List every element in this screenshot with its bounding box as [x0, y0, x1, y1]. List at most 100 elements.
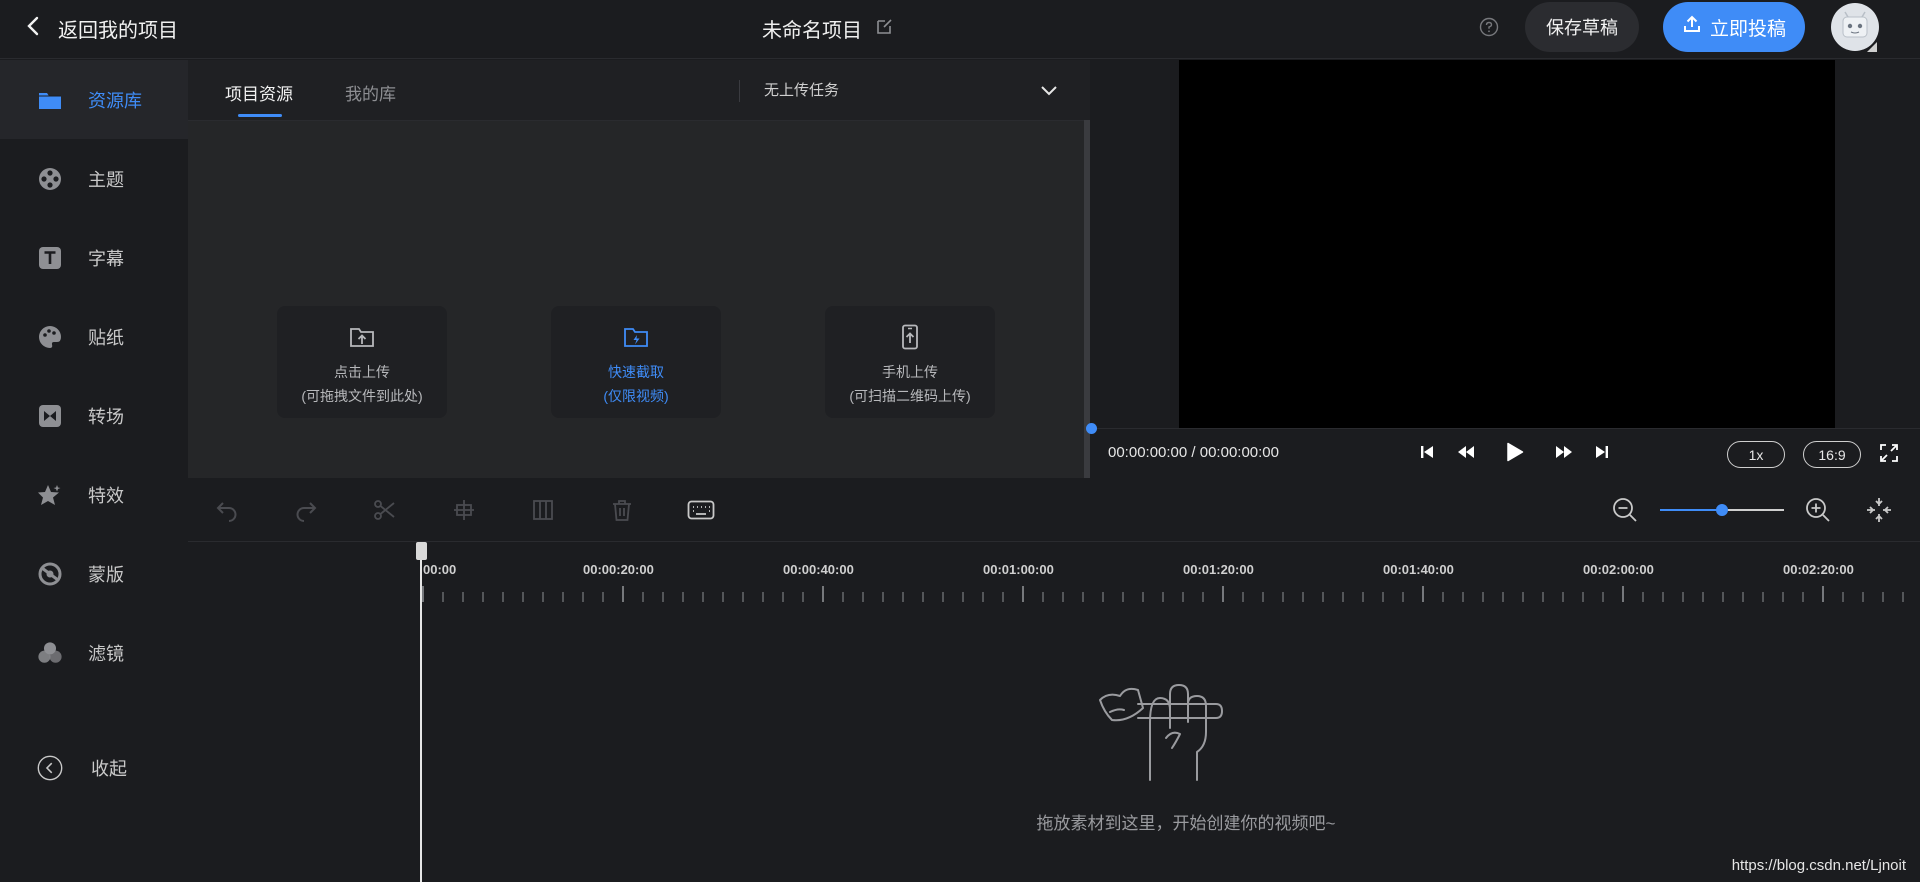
sidebar-item-filter[interactable]: 滤镜	[0, 613, 188, 692]
playback-controls	[1417, 442, 1612, 462]
timeline-ruler	[422, 586, 1904, 602]
zoom-in-icon[interactable]	[1804, 496, 1832, 524]
sidebar-item-label: 资源库	[88, 90, 142, 111]
progress-handle[interactable]	[1086, 423, 1097, 434]
back-to-projects-link[interactable]: 返回我的项目	[26, 14, 178, 43]
split-icon[interactable]	[371, 496, 399, 524]
fast-forward-icon[interactable]	[1554, 445, 1574, 459]
zoom-slider[interactable]	[1660, 504, 1784, 516]
undo-icon[interactable]	[213, 496, 241, 524]
card-subtitle: (可拖拽文件到此处)	[301, 388, 423, 404]
sidebar-item-theme[interactable]: 主题	[0, 139, 188, 218]
edit-toolbar	[188, 478, 1920, 542]
freeze-frame-icon[interactable]	[529, 496, 557, 524]
sidebar-item-mask[interactable]: 蒙版	[0, 534, 188, 613]
preview-panel: 00:00:00:00 / 00:00:00:00 1x 16:9	[1086, 60, 1920, 478]
edit-icon[interactable]	[876, 17, 894, 41]
top-bar: 返回我的项目 未命名项目 保存草稿 立即投稿	[0, 0, 1920, 59]
publish-label: 立即投稿	[1709, 18, 1786, 40]
ruler-label: 00:00:20:00	[583, 562, 654, 577]
chevron-left-icon	[26, 16, 40, 41]
sidebar-item-subtitle[interactable]: 字幕	[0, 218, 188, 297]
ruler-label: 00:02:00:00	[1583, 562, 1654, 577]
ruler-label: 00:01:40:00	[1383, 562, 1454, 577]
zoom-out-icon[interactable]	[1611, 496, 1639, 524]
filter-icon	[37, 640, 63, 666]
card-title: 快速截取	[608, 364, 664, 380]
ruler-label: 00:02:20:00	[1783, 562, 1854, 577]
play-icon[interactable]	[1503, 442, 1527, 462]
timeline-empty-text: 拖放素材到这里，开始创建你的视频吧~	[1036, 814, 1336, 833]
tab-project-assets[interactable]: 项目资源	[225, 80, 293, 105]
aspect-ratio-select[interactable]: 16:9	[1803, 441, 1861, 468]
library-tabs: 项目资源 我的库 无上传任务	[188, 60, 1090, 121]
collapse-sidebar-button[interactable]: 收起	[0, 728, 188, 807]
folder-upload-icon	[349, 322, 375, 352]
sidebar-item-label: 字幕	[88, 248, 124, 269]
card-title: 点击上传	[334, 364, 390, 380]
playhead-handle[interactable]	[416, 542, 427, 560]
rewind-icon[interactable]	[1456, 445, 1476, 459]
upload-icon	[1682, 14, 1702, 40]
collapse-label: 收起	[91, 758, 127, 779]
redo-icon[interactable]	[292, 496, 320, 524]
sidebar: 资源库 主题 字幕 贴纸 转场 特效 蒙版 滤镜 收起	[0, 60, 188, 882]
back-label: 返回我的项目	[58, 20, 178, 42]
timecode: 00:00:00:00 / 00:00:00:00	[1108, 444, 1279, 461]
skip-to-end-icon[interactable]	[1592, 445, 1612, 459]
sidebar-item-label: 滤镜	[88, 643, 124, 664]
phone-upload-card[interactable]: 手机上传 (可扫描二维码上传)	[825, 306, 995, 418]
sidebar-item-transition[interactable]: 转场	[0, 376, 188, 455]
upload-status: 无上传任务	[739, 80, 839, 102]
quick-capture-card[interactable]: 快速截取 (仅限视频)	[551, 306, 721, 418]
text-icon	[37, 245, 63, 271]
tab-my-library[interactable]: 我的库	[345, 80, 396, 105]
project-title-group: 未命名项目	[762, 14, 894, 43]
active-tab-indicator	[238, 114, 282, 117]
sidebar-item-label: 贴纸	[88, 327, 124, 348]
preview-controls: 00:00:00:00 / 00:00:00:00 1x 16:9	[1086, 423, 1920, 478]
skip-to-start-icon[interactable]	[1417, 445, 1437, 459]
card-title: 手机上传	[882, 364, 938, 380]
card-subtitle: (可扫描二维码上传)	[849, 388, 971, 404]
watermark: https://blog.csdn.net/Ljnoit	[1731, 857, 1906, 874]
crop-icon[interactable]	[450, 496, 478, 524]
keyboard-icon[interactable]	[687, 496, 715, 524]
film-reel-icon	[37, 166, 63, 192]
avatar-dropdown-indicator[interactable]	[1867, 42, 1877, 52]
chevron-down-icon[interactable]	[1040, 84, 1058, 102]
save-draft-button[interactable]: 保存草稿	[1525, 2, 1639, 52]
ruler-label: 00:00	[423, 562, 457, 577]
preview-screen	[1179, 60, 1835, 428]
transition-icon	[37, 403, 63, 429]
ruler-label: 00:01:00:00	[983, 562, 1054, 577]
sidebar-item-label: 蒙版	[88, 564, 124, 585]
zoom-slider-handle[interactable]	[1716, 504, 1728, 516]
fullscreen-icon[interactable]	[1880, 444, 1898, 467]
help-icon[interactable]	[1479, 17, 1499, 42]
star-icon	[37, 482, 63, 508]
library-body: 点击上传 (可拖拽文件到此处) 快速截取 (仅限视频) 手机上传 (可扫描二维码…	[188, 121, 1084, 478]
mask-icon	[37, 561, 63, 587]
ruler-label: 00:00:40:00	[783, 562, 854, 577]
folder-icon	[37, 87, 63, 113]
publish-button[interactable]: 立即投稿	[1663, 2, 1805, 52]
fit-timeline-icon[interactable]	[1865, 496, 1893, 524]
collapse-icon	[37, 755, 63, 781]
playback-speed-select[interactable]: 1x	[1727, 441, 1785, 468]
library-panel: 项目资源 我的库 无上传任务 点击上传 (可拖拽文件到此处) 快速截取 (仅限视…	[188, 60, 1090, 478]
sidebar-item-effects[interactable]: 特效	[0, 455, 188, 534]
folder-lightning-icon	[623, 322, 649, 352]
zoom-slider-fill	[1660, 509, 1722, 511]
project-title: 未命名项目	[762, 20, 862, 42]
delete-icon[interactable]	[608, 496, 636, 524]
timeline[interactable]: 00:00 00:00:20:00 00:00:40:00 00:01:00:0…	[188, 542, 1920, 882]
palette-icon	[37, 324, 63, 350]
sidebar-item-sticker[interactable]: 贴纸	[0, 297, 188, 376]
click-upload-card[interactable]: 点击上传 (可拖拽文件到此处)	[277, 306, 447, 418]
playhead-line	[420, 542, 422, 882]
sidebar-item-label: 转场	[88, 406, 124, 427]
fist-illustration	[1098, 682, 1248, 787]
phone-upload-icon	[900, 322, 920, 352]
sidebar-item-library[interactable]: 资源库	[0, 60, 188, 139]
